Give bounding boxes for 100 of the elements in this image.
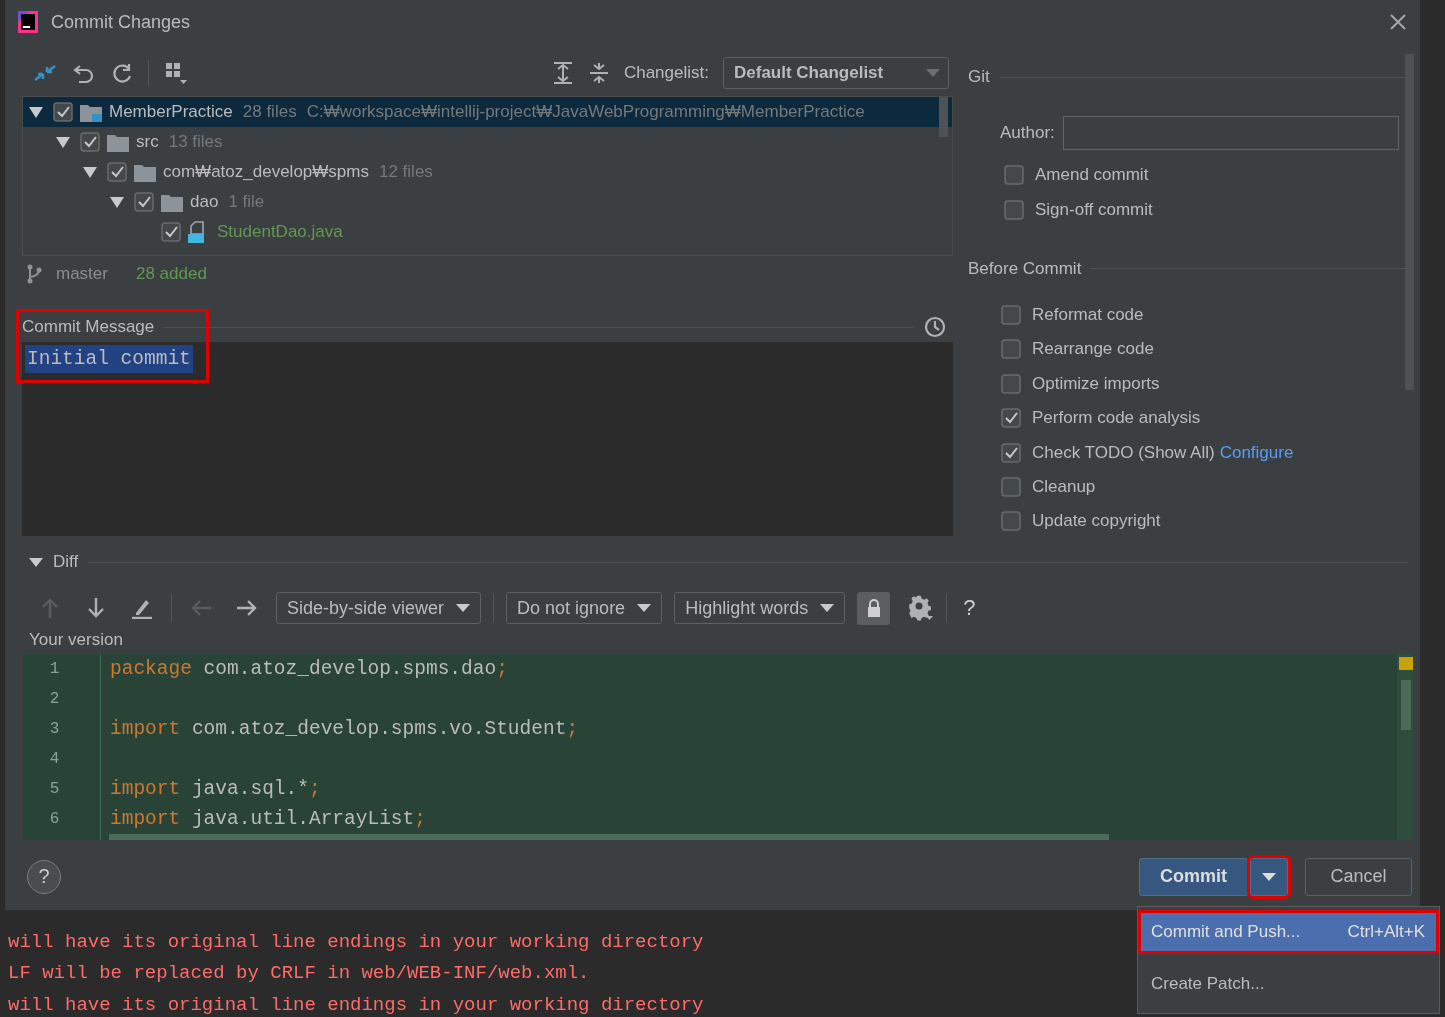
- down-arrow-icon[interactable]: [85, 597, 107, 619]
- lock-button[interactable]: [857, 591, 891, 625]
- checkbox[interactable]: [1001, 373, 1021, 394]
- pencil-icon[interactable]: [131, 597, 153, 619]
- dropdown[interactable]: Side-by-side viewer: [276, 592, 482, 624]
- refresh-icon[interactable]: [110, 61, 134, 85]
- lock-icon: [865, 598, 882, 618]
- dropdown[interactable]: Do not ignore: [506, 592, 663, 624]
- app-logo-icon: [17, 10, 39, 34]
- folder-name: com₩atoz_develop₩spms: [163, 162, 369, 182]
- option-label: Check TODO (Show All): [1032, 442, 1215, 463]
- expanded-arrow-icon[interactable]: [83, 165, 97, 179]
- file-name: StudentDao.java: [217, 222, 343, 242]
- checkbox[interactable]: [1004, 199, 1024, 220]
- menu-item[interactable]: Commit and Push... Ctrl+Alt+K: [1138, 910, 1439, 954]
- expanded-arrow-icon[interactable]: [56, 135, 70, 149]
- checkbox[interactable]: [161, 222, 181, 242]
- checkbox[interactable]: [107, 162, 127, 182]
- group-by-icon[interactable]: [163, 60, 189, 86]
- checkbox[interactable]: [1004, 165, 1024, 186]
- option-label: Amend commit: [1035, 165, 1149, 186]
- selected-text: Initial commit: [25, 345, 193, 373]
- folder-name: src: [136, 132, 159, 152]
- field-label: Author:: [1000, 123, 1055, 143]
- option-label: Rearrange code: [1032, 339, 1154, 360]
- checkbox[interactable]: [1001, 442, 1021, 463]
- caret-icon: [637, 604, 652, 612]
- console-line: LF will be replaced by CRLF in web/WEB-INF/web.xml.: [8, 961, 590, 987]
- tree-row[interactable]: com₩atoz_develop₩spms 12 files: [23, 157, 952, 187]
- caret-icon: [1262, 872, 1276, 881]
- code-line: import com.atoz_develop.spms.vo.Student;: [110, 717, 579, 742]
- option-label: Optimize imports: [1032, 373, 1160, 394]
- checkbox[interactable]: [134, 192, 154, 212]
- cancel-button[interactable]: Cancel: [1305, 857, 1412, 896]
- console-line: will have its original line endings in your working directory: [8, 992, 704, 1017]
- checkbox[interactable]: [1001, 339, 1021, 360]
- help-button[interactable]: ?: [27, 859, 61, 894]
- tree-row[interactable]: dao 1 file: [23, 187, 952, 217]
- section-title: Diff: [53, 552, 79, 572]
- checkbox[interactable]: [1001, 476, 1021, 497]
- close-icon[interactable]: [1390, 14, 1406, 30]
- caret-icon: [926, 69, 940, 77]
- history-icon[interactable]: [923, 315, 947, 339]
- file-count: 13 files: [168, 132, 223, 152]
- console-line: will have its original line endings in your working directory: [8, 930, 704, 955]
- help-button[interactable]: ?: [959, 595, 980, 621]
- checkbox[interactable]: [53, 102, 73, 122]
- collapse-all-icon[interactable]: [587, 61, 610, 85]
- changelist-dropdown[interactable]: Default Changelist: [723, 57, 949, 89]
- checkbox[interactable]: [1001, 304, 1021, 325]
- tree-row[interactable]: src 13 files: [23, 127, 952, 157]
- expanded-arrow-icon[interactable]: [29, 556, 43, 568]
- caret-icon: [456, 604, 471, 612]
- expanded-arrow-icon[interactable]: [110, 195, 124, 209]
- line-number: 5: [48, 779, 61, 800]
- folder-path: C:₩workspace₩intellij-project₩JavaWebProgramming₩MemberPractice: [306, 102, 865, 122]
- checkbox[interactable]: [1001, 408, 1021, 429]
- option-label: Update copyright: [1032, 511, 1161, 532]
- tree-row[interactable]: StudentDao.java: [23, 217, 952, 247]
- line-number: 4: [48, 749, 61, 770]
- commit-button[interactable]: Commit: [1139, 857, 1248, 896]
- change-marker: [1399, 657, 1413, 670]
- code-line: import java.util.ArrayList;: [110, 807, 427, 832]
- line-number: 2: [48, 689, 61, 710]
- file-count: 12 files: [378, 162, 433, 182]
- expand-all-icon[interactable]: [551, 61, 574, 85]
- menu-item[interactable]: Create Patch...: [1138, 962, 1439, 1006]
- window-title: Commit Changes: [51, 11, 191, 33]
- file-count: 28 files: [242, 102, 297, 122]
- expanded-arrow-icon[interactable]: [29, 105, 43, 119]
- menu-item-label: Create Patch...: [1151, 974, 1265, 994]
- file-count: 1 file: [228, 192, 265, 212]
- section-title: Before Commit: [968, 258, 1082, 279]
- settings-icon[interactable]: [908, 595, 935, 621]
- scrollbar[interactable]: [109, 834, 1109, 840]
- folder-name: dao: [190, 192, 219, 212]
- change-summary: 28 added: [135, 264, 207, 284]
- configure-link[interactable]: Configure: [1219, 442, 1294, 463]
- commit-options-button[interactable]: [1250, 857, 1288, 896]
- option-label: Cleanup: [1032, 476, 1096, 497]
- section-title: Git: [968, 67, 990, 87]
- line-number: 1: [48, 659, 61, 680]
- caret-icon: [820, 604, 835, 612]
- commit-message-field[interactable]: Initial commit: [22, 342, 953, 536]
- pane-title: Your version: [28, 629, 124, 651]
- checkbox[interactable]: [1001, 511, 1021, 532]
- dropdown[interactable]: Highlight words: [674, 592, 846, 624]
- option-label: Reformat code: [1032, 304, 1144, 325]
- author-field[interactable]: [1062, 116, 1399, 150]
- code-line: package com.atoz_develop.spms.dao;: [110, 657, 509, 682]
- shortcut-label: Ctrl+Alt+K: [1347, 922, 1425, 942]
- tree-row[interactable]: MemberPractice 28 files C:₩workspace₩intellij-project₩JavaWebProgramming₩MemberPractice: [23, 97, 952, 127]
- line-number: 3: [48, 719, 61, 740]
- menu-item-label: Commit and Push...: [1151, 922, 1301, 942]
- scrollbar[interactable]: [1401, 680, 1411, 730]
- branch-name: master: [56, 264, 108, 284]
- folder-name: MemberPractice: [109, 102, 233, 122]
- option-label: Perform code analysis: [1032, 408, 1201, 429]
- checkbox[interactable]: [80, 132, 100, 152]
- scrollbar[interactable]: [939, 97, 948, 137]
